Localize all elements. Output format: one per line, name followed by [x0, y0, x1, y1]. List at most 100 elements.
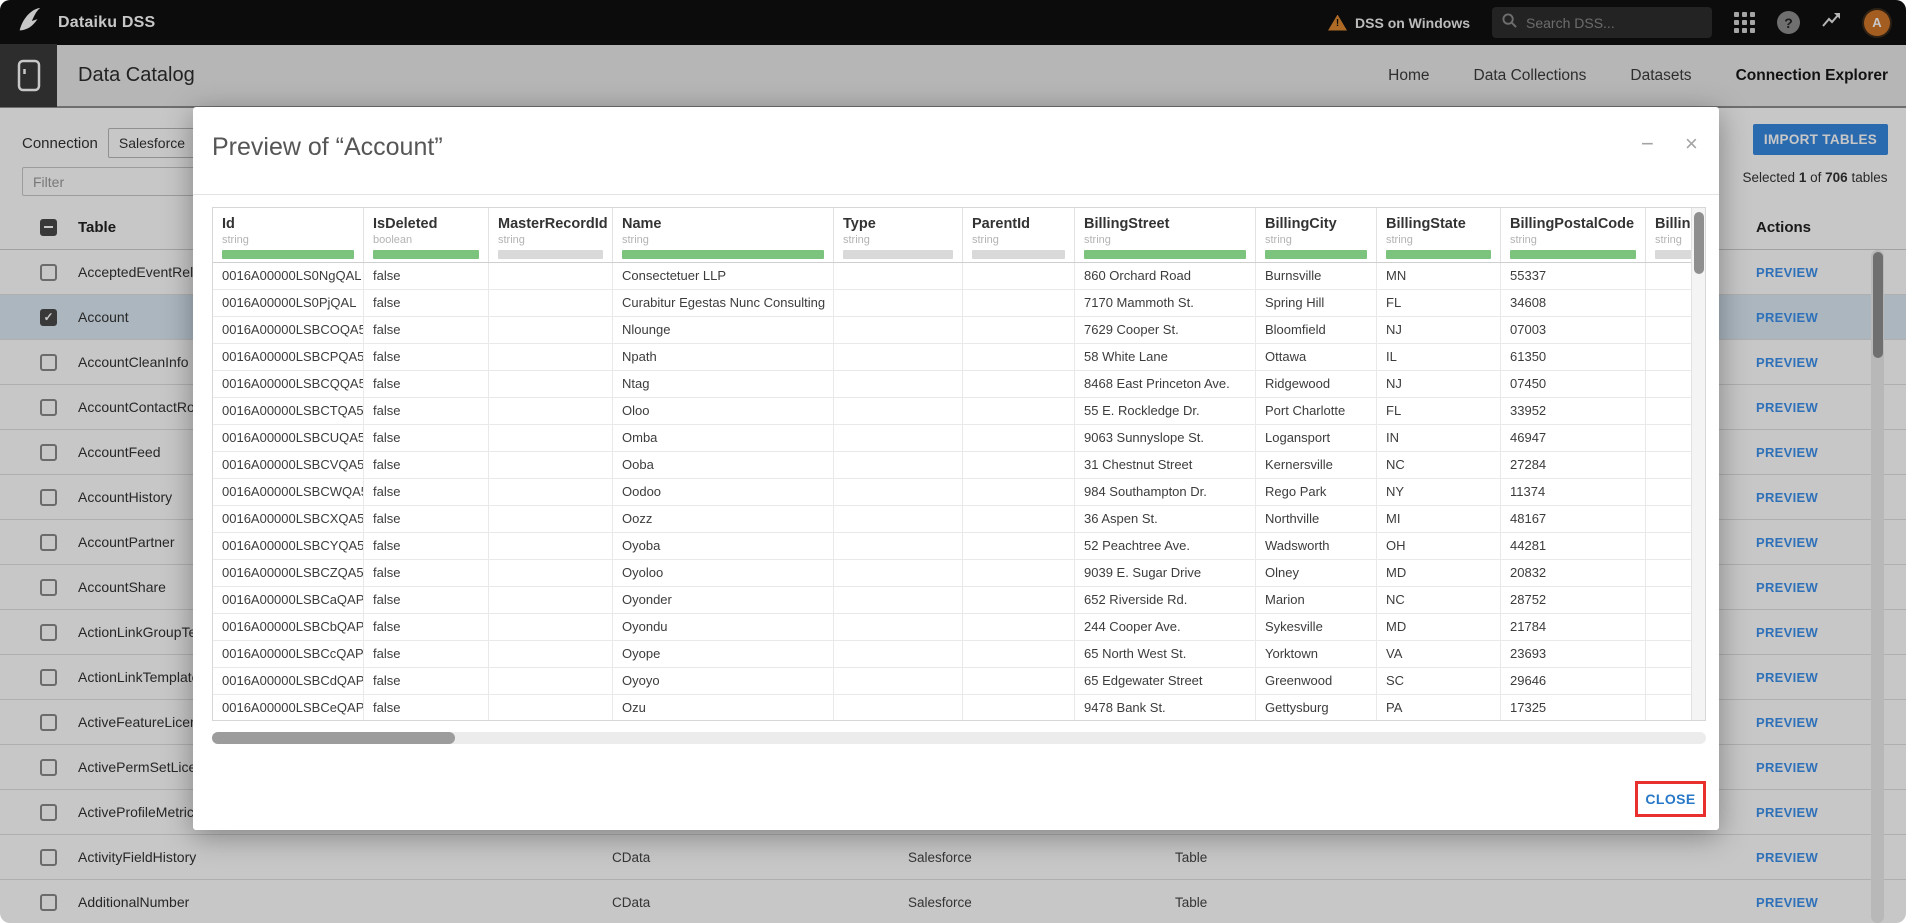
cell	[963, 263, 1075, 289]
cell: 61350	[1501, 344, 1646, 370]
cell: 34608	[1501, 290, 1646, 316]
cell	[963, 344, 1075, 370]
table-vertical-scrollbar[interactable]	[1691, 208, 1705, 720]
cell: MD	[1377, 560, 1501, 586]
cell: 0016A00000LS0NgQAL	[213, 263, 364, 289]
cell: 36 Aspen St.	[1075, 506, 1256, 532]
cell: false	[364, 668, 489, 694]
cell	[489, 695, 613, 721]
cell	[834, 317, 963, 343]
preview-table-row: 0016A00000LSBCVQA5falseOoba31 Chestnut S…	[213, 452, 1705, 479]
cell: PA	[1377, 695, 1501, 721]
preview-table-row: 0016A00000LSBCYQA5falseOyoba52 Peachtree…	[213, 533, 1705, 560]
cell: 0016A00000LSBCOQA5	[213, 317, 364, 343]
cell: 44281	[1501, 533, 1646, 559]
cell	[489, 533, 613, 559]
fill-bar-green	[1510, 250, 1636, 259]
cell: Ottawa	[1256, 344, 1377, 370]
cell	[834, 533, 963, 559]
cell: Oyonder	[613, 587, 834, 613]
cell: Oodoo	[613, 479, 834, 505]
cell: false	[364, 290, 489, 316]
cell: 07003	[1501, 317, 1646, 343]
preview-table-row: 0016A00000LSBCOQA5falseNlounge7629 Coope…	[213, 317, 1705, 344]
cell: SC	[1377, 668, 1501, 694]
cell: IL	[1377, 344, 1501, 370]
table-horizontal-scrollbar[interactable]	[212, 732, 1706, 744]
cell: false	[364, 398, 489, 424]
cell: 23693	[1501, 641, 1646, 667]
close-button[interactable]: CLOSE	[1645, 791, 1695, 807]
cell	[489, 668, 613, 694]
cell	[834, 614, 963, 640]
cell	[963, 479, 1075, 505]
cell	[834, 398, 963, 424]
cell: false	[364, 344, 489, 370]
cell: 46947	[1501, 425, 1646, 451]
cell	[489, 641, 613, 667]
cell: 0016A00000LSBCcQAP	[213, 641, 364, 667]
cell: Oozz	[613, 506, 834, 532]
cell: NC	[1377, 452, 1501, 478]
cell: Npath	[613, 344, 834, 370]
cell	[963, 398, 1075, 424]
cell: Oyope	[613, 641, 834, 667]
column-header-name: Namestring	[613, 208, 834, 262]
preview-table-row: 0016A00000LSBCUQA5falseOmba9063 Sunnyslo…	[213, 425, 1705, 452]
app-window: Dataiku DSS ! DSS on Windows ? A	[0, 0, 1906, 923]
preview-table-row: 0016A00000LSBCdQAPfalseOyoyo65 Edgewater…	[213, 668, 1705, 695]
cell	[834, 344, 963, 370]
cell	[834, 452, 963, 478]
cell: Sykesville	[1256, 614, 1377, 640]
cell: 20832	[1501, 560, 1646, 586]
preview-table-row: 0016A00000LS0NgQALfalseConsectetuer LLP8…	[213, 263, 1705, 290]
cell: 0016A00000LSBCPQA5	[213, 344, 364, 370]
cell: 0016A00000LSBCdQAP	[213, 668, 364, 694]
cell	[489, 587, 613, 613]
cell: NJ	[1377, 371, 1501, 397]
cell: 0016A00000LSBCZQA5	[213, 560, 364, 586]
cell: false	[364, 641, 489, 667]
cell: Nlounge	[613, 317, 834, 343]
cell	[963, 614, 1075, 640]
fill-bar-gray	[972, 250, 1065, 259]
fill-bar-green	[1386, 250, 1491, 259]
cell: false	[364, 425, 489, 451]
column-header-billingcity: BillingCitystring	[1256, 208, 1377, 262]
cell: 33952	[1501, 398, 1646, 424]
column-header-masterrecordid: MasterRecordIdstring	[489, 208, 613, 262]
cell: 21784	[1501, 614, 1646, 640]
cell: 0016A00000LSBCTQA5	[213, 398, 364, 424]
cell: 7629 Cooper St.	[1075, 317, 1256, 343]
cell: Greenwood	[1256, 668, 1377, 694]
cell	[963, 560, 1075, 586]
cell	[963, 371, 1075, 397]
cell: 0016A00000LSBCbQAP	[213, 614, 364, 640]
cell: NY	[1377, 479, 1501, 505]
cell	[489, 479, 613, 505]
cell: MD	[1377, 614, 1501, 640]
cell: 0016A00000LS0PjQAL	[213, 290, 364, 316]
modal-title: Preview of “Account”	[212, 133, 443, 162]
preview-table-row: 0016A00000LSBCQQA5falseNtag8468 East Pri…	[213, 371, 1705, 398]
column-header-type: Typestring	[834, 208, 963, 262]
preview-table-row: 0016A00000LSBCZQA5falseOyoloo9039 E. Sug…	[213, 560, 1705, 587]
cell: false	[364, 587, 489, 613]
cell	[963, 695, 1075, 721]
cell: VA	[1377, 641, 1501, 667]
cell: Olney	[1256, 560, 1377, 586]
close-icon[interactable]: ×	[1685, 133, 1698, 155]
cell: IN	[1377, 425, 1501, 451]
cell	[489, 452, 613, 478]
cell	[489, 425, 613, 451]
cell: 58 White Lane	[1075, 344, 1256, 370]
cell	[834, 668, 963, 694]
column-header-billingstate: BillingStatestring	[1377, 208, 1501, 262]
cell: Northville	[1256, 506, 1377, 532]
cell	[489, 398, 613, 424]
cell: 0016A00000LSBCaQAP	[213, 587, 364, 613]
table-vscroll-thumb[interactable]	[1694, 212, 1704, 274]
preview-table-row: 0016A00000LSBCcQAPfalseOyope65 North Wes…	[213, 641, 1705, 668]
table-hscroll-thumb[interactable]	[212, 732, 455, 744]
minimize-icon[interactable]: −	[1641, 133, 1654, 155]
